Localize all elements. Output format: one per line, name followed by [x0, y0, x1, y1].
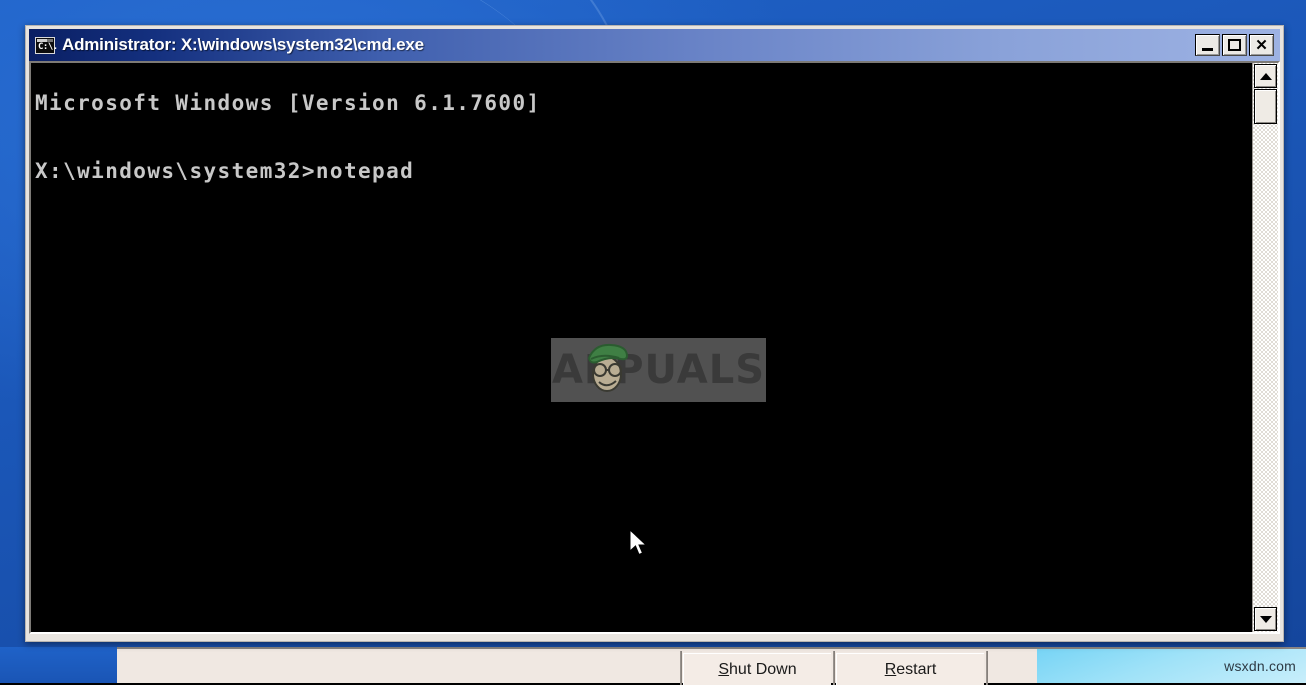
minimize-icon	[1202, 48, 1213, 51]
button-separator-right	[986, 651, 988, 685]
restart-button[interactable]: Restart	[836, 653, 984, 685]
restart-rest: estart	[896, 661, 936, 678]
scrollbar-down-button[interactable]	[1254, 607, 1277, 631]
chevron-up-icon	[1260, 73, 1272, 80]
maximize-icon	[1228, 39, 1241, 51]
console-vertical-scrollbar[interactable]	[1252, 63, 1278, 632]
window-titlebar[interactable]: C:\. Administrator: X:\windows\system32\…	[29, 29, 1280, 61]
shut-down-button[interactable]: Shut Down	[683, 653, 831, 685]
window-title: Administrator: X:\windows\system32\cmd.e…	[62, 35, 424, 55]
bottom-left-desktop-area	[0, 647, 117, 683]
bottom-right-panel: wsxdn.com	[1037, 647, 1306, 683]
restart-label: Restart	[885, 661, 937, 679]
window-controls: ✕	[1195, 34, 1276, 56]
maximize-button[interactable]	[1222, 34, 1247, 56]
command-prompt-window[interactable]: C:\. Administrator: X:\windows\system32\…	[25, 25, 1284, 642]
button-separator-left	[680, 651, 682, 685]
shut-down-label: Shut Down	[718, 661, 796, 679]
appuals-watermark: APPUALS	[551, 338, 766, 402]
chevron-down-icon	[1260, 616, 1272, 623]
site-watermark: wsxdn.com	[1224, 658, 1296, 674]
cmd-icon-glyph: C:\.	[38, 42, 58, 53]
close-icon: ✕	[1250, 35, 1273, 55]
minimize-button[interactable]	[1195, 34, 1220, 56]
shut-down-accel: S	[718, 661, 729, 678]
scrollbar-up-button[interactable]	[1254, 64, 1277, 88]
system-recovery-options-bar: Shut Down Restart	[117, 647, 1037, 683]
scrollbar-thumb[interactable]	[1254, 89, 1277, 124]
console-output-area[interactable]: Microsoft Windows [Version 6.1.7600] X:\…	[29, 61, 1280, 634]
appuals-logo-face-icon	[585, 340, 631, 396]
bottom-strip: Shut Down Restart wsxdn.com	[0, 647, 1306, 683]
cmd-icon[interactable]: C:\.	[35, 37, 55, 54]
shut-down-rest: hut Down	[729, 661, 797, 678]
restart-accel: R	[885, 661, 897, 678]
close-button[interactable]: ✕	[1249, 34, 1274, 56]
button-separator-middle	[833, 651, 835, 685]
appuals-watermark-text: APPUALS	[552, 347, 765, 393]
console-text: Microsoft Windows [Version 6.1.7600] X:\…	[35, 86, 541, 188]
mouse-cursor	[629, 529, 649, 559]
